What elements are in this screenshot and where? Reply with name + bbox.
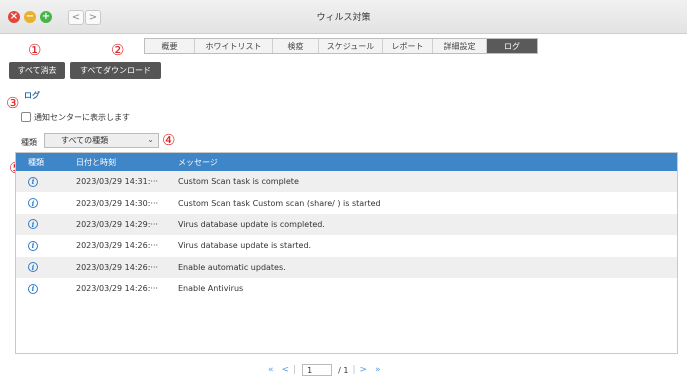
info-icon: i	[28, 283, 38, 294]
type-filter-select[interactable]: すべての種類 ⌄	[44, 133, 159, 148]
table-row[interactable]: i 2023/03/29 14:26:··· Enable automatic …	[16, 256, 677, 278]
notify-checkbox[interactable]	[21, 112, 31, 122]
row-datetime: 2023/03/29 14:29:···	[76, 219, 159, 229]
row-message: Custom Scan task is complete	[178, 177, 299, 187]
row-datetime: 2023/03/29 14:26:···	[76, 241, 159, 251]
callout-marker-4: ④	[162, 131, 176, 149]
table-row[interactable]: i 2023/03/29 14:26:··· Virus database up…	[16, 235, 677, 256]
column-header-datetime[interactable]: 日付と時刻	[76, 157, 178, 168]
antivirus-window: × − + < > ウィルス対策 概要 ホワイトリスト 検疫 スケジュール レポ…	[0, 0, 687, 381]
tab-log[interactable]: ログ	[487, 39, 537, 53]
page-total: / 1	[338, 365, 349, 375]
row-message: Virus database update is completed.	[178, 219, 325, 229]
row-message: Custom Scan task Custom scan (share/ ) i…	[178, 198, 381, 208]
column-header-type[interactable]: 種類	[16, 157, 76, 168]
info-icon: i	[28, 240, 38, 251]
tab-bar: 概要 ホワイトリスト 検疫 スケジュール レポート 詳細設定 ログ	[144, 38, 538, 54]
download-all-button[interactable]: すべてダウンロード	[70, 62, 161, 79]
clear-all-button[interactable]: すべて消去	[9, 62, 65, 79]
tab-overview[interactable]: 概要	[145, 39, 195, 53]
table-row[interactable]: i 2023/03/29 14:26:··· Enable Antivirus	[16, 278, 677, 299]
row-message: Virus database update is started.	[178, 241, 312, 251]
log-table: 種類 日付と時刻 メッセージ i 2023/03/29 14:31:··· Cu…	[15, 152, 678, 354]
first-page-icon[interactable]: «	[268, 365, 274, 375]
tab-whitelist[interactable]: ホワイトリスト	[195, 39, 273, 53]
callout-marker-2: ②	[111, 41, 125, 59]
previous-page-icon[interactable]: <	[282, 365, 290, 375]
row-datetime: 2023/03/29 14:26:···	[76, 262, 159, 272]
row-datetime: 2023/03/29 14:30:···	[76, 198, 159, 208]
row-message: Enable automatic updates.	[178, 262, 286, 272]
pagination: « < | 1 / 1 | > »	[268, 364, 381, 376]
last-page-icon[interactable]: »	[375, 365, 381, 375]
window-title: ウィルス対策	[316, 13, 371, 23]
type-filter-value: すべての種類	[61, 136, 109, 145]
callout-marker-1: ①	[28, 41, 42, 59]
log-section-title: ログ	[24, 91, 40, 100]
table-row[interactable]: i 2023/03/29 14:30:··· Custom Scan task …	[16, 192, 677, 213]
next-page-icon[interactable]: >	[359, 365, 367, 375]
tab-advanced-settings[interactable]: 詳細設定	[433, 39, 487, 53]
row-datetime: 2023/03/29 14:31:···	[76, 177, 159, 187]
page-number-input[interactable]: 1	[302, 364, 333, 376]
tab-schedule[interactable]: スケジュール	[319, 39, 383, 53]
row-datetime: 2023/03/29 14:26:···	[76, 284, 159, 294]
info-icon: i	[28, 262, 38, 273]
info-icon: i	[28, 219, 38, 230]
table-header: 種類 日付と時刻 メッセージ	[16, 153, 677, 171]
pager-separator: |	[293, 365, 297, 375]
info-icon: i	[28, 198, 38, 209]
tab-quarantine[interactable]: 検疫	[273, 39, 319, 53]
callout-marker-3: ③	[6, 94, 20, 112]
table-row[interactable]: i 2023/03/29 14:31:··· Custom Scan task …	[16, 171, 677, 193]
info-icon: i	[28, 176, 38, 187]
table-row[interactable]: i 2023/03/29 14:29:··· Virus database up…	[16, 213, 677, 236]
column-header-message[interactable]: メッセージ	[178, 157, 677, 168]
type-filter-label: 種類	[21, 138, 37, 147]
pager-separator: |	[352, 365, 356, 375]
notify-checkbox-label[interactable]: 通知センターに表示します	[34, 112, 130, 123]
chevron-down-icon: ⌄	[147, 135, 154, 144]
row-message: Enable Antivirus	[178, 284, 244, 294]
title-bar: × − + < > ウィルス対策	[0, 0, 687, 34]
tab-report[interactable]: レポート	[383, 39, 433, 53]
